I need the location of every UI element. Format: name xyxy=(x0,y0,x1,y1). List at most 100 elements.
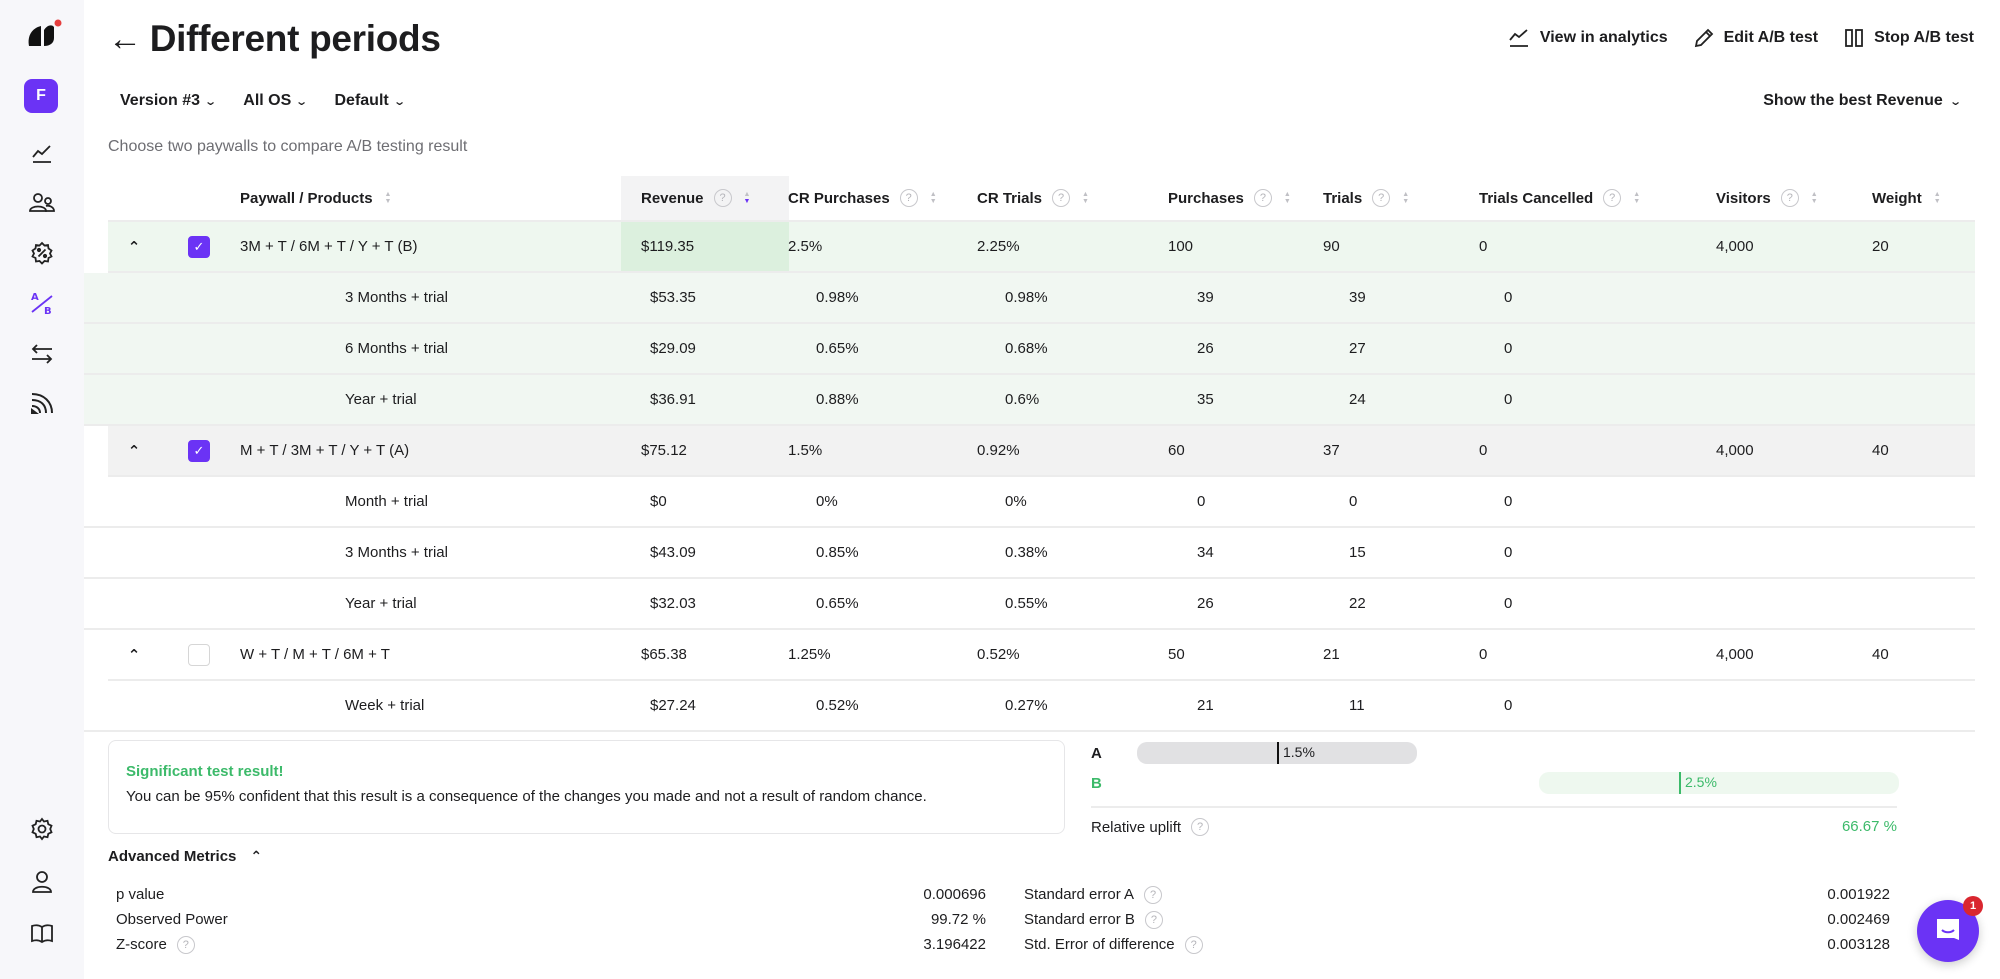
edit-ab-test-button[interactable]: Edit A/B test xyxy=(1694,28,1818,48)
cr-trials-cell: 0.68% xyxy=(1005,340,1048,357)
collapse-chevron-icon[interactable]: ⌃ xyxy=(124,222,144,271)
cr-purchases-cell: 0.98% xyxy=(816,289,859,306)
metric-row: Std. Error of difference? 0.003128 xyxy=(1024,932,1890,957)
version-dropdown[interactable]: Version #3 ⌄ xyxy=(120,92,217,110)
workspace-avatar[interactable]: F xyxy=(24,79,58,113)
metric-label: Std. Error of difference xyxy=(1024,936,1175,953)
cr-purchases-cell: 0% xyxy=(816,493,838,510)
sort-icon[interactable]: ▲ ▼ xyxy=(1402,191,1409,205)
help-icon[interactable]: ? xyxy=(713,189,732,207)
sort-icon[interactable]: ▲ ▼ xyxy=(1633,191,1640,205)
column-header-revenue[interactable]: Revenue? ▲ ▼ xyxy=(621,176,789,220)
help-icon[interactable]: ? xyxy=(1603,189,1622,207)
advanced-metrics-toggle[interactable]: Advanced Metrics ⌃ xyxy=(108,848,262,865)
sidebar-item-promotions[interactable] xyxy=(22,233,62,273)
product-row: 6 Months + trial $29.09 0.65% 0.68% 26 27 0 xyxy=(84,324,1975,375)
help-icon[interactable]: ? xyxy=(1191,818,1210,836)
sort-icon[interactable]: ▲ ▼ xyxy=(1082,191,1089,205)
trials-cell: 39 xyxy=(1349,289,1366,306)
sort-icon[interactable]: ▲ ▼ xyxy=(1284,191,1291,205)
revenue-cell: $65.38 xyxy=(641,646,687,663)
discount-badge-icon xyxy=(31,241,53,265)
paywall-checkbox[interactable] xyxy=(188,643,210,666)
help-icon[interactable]: ? xyxy=(1253,189,1272,207)
sidebar-item-audience[interactable] xyxy=(22,183,62,223)
visitors-cell: 4,000 xyxy=(1716,238,1754,255)
column-header-purchases[interactable]: Purchases? ▲ ▼ xyxy=(1168,176,1291,220)
help-icon[interactable]: ? xyxy=(1144,910,1163,929)
sidebar-item-analytics[interactable] xyxy=(22,134,62,174)
cr-purchases-cell: 0.88% xyxy=(816,391,859,408)
trials-cancelled-cell: 0 xyxy=(1479,442,1488,459)
purchases-cell: 26 xyxy=(1197,595,1214,612)
column-header-trials-cancelled[interactable]: Trials Cancelled? ▲ ▼ xyxy=(1479,176,1640,220)
paywall-name: 3M + T / 6M + T / Y + T (B) xyxy=(240,238,418,255)
significance-text: You can be 95% confident that this resul… xyxy=(126,788,927,805)
product-name: Week + trial xyxy=(345,697,425,714)
help-icon[interactable]: ? xyxy=(176,935,195,954)
line-chart-icon xyxy=(32,145,51,163)
pause-icon xyxy=(1845,29,1864,47)
sort-icon[interactable]: ▲ ▼ xyxy=(744,191,751,205)
help-icon[interactable]: ? xyxy=(1144,885,1163,904)
product-row: 3 Months + trial $53.35 0.98% 0.98% 39 39 0 xyxy=(84,273,1975,324)
cr-trials-cell: 0.6% xyxy=(1005,391,1040,408)
os-dropdown[interactable]: All OS ⌄ xyxy=(243,92,308,110)
cr-purchases-cell: 0.52% xyxy=(816,697,859,714)
column-header-cr-purchases[interactable]: CR Purchases? ▲ ▼ xyxy=(788,176,937,220)
sidebar-item-events[interactable] xyxy=(22,383,62,423)
paywall-row[interactable]: ⌃ W + T / M + T / 6M + T $65.38 1.25% 0.52%… xyxy=(108,630,1975,681)
sidebar-item-profile[interactable] xyxy=(22,862,62,902)
revenue-cell: $29.09 xyxy=(650,340,696,357)
help-icon[interactable]: ? xyxy=(1780,189,1799,207)
paywall-checkbox[interactable]: ✓ xyxy=(188,439,210,462)
metric-label: p value xyxy=(116,886,165,903)
column-header-trials[interactable]: Trials? ▲ ▼ xyxy=(1323,176,1409,220)
variant-b-value: 2.5% xyxy=(1685,774,1717,790)
revenue-cell: $0 xyxy=(650,493,667,510)
metric-value: 0.003128 xyxy=(1827,936,1890,953)
chat-widget-button[interactable]: 1 xyxy=(1917,896,1983,962)
stop-ab-test-button[interactable]: Stop A/B test xyxy=(1844,28,1974,48)
help-icon[interactable]: ? xyxy=(1372,189,1391,207)
line-chart-icon xyxy=(1509,29,1528,47)
show-best-metric-dropdown[interactable]: Show the best Revenue ⌄ xyxy=(1763,92,1962,110)
product-row: Week + trial $27.24 0.52% 0.27% 21 11 0 xyxy=(84,681,1975,732)
paywall-checkbox[interactable]: ✓ xyxy=(188,235,210,258)
column-header-cr-trials[interactable]: CR Trials? ▲ ▼ xyxy=(977,176,1089,220)
column-header-weight[interactable]: Weight ▲ ▼ xyxy=(1872,176,1941,220)
product-row: 3 Months + trial $43.09 0.85% 0.38% 34 15 0 xyxy=(84,528,1975,579)
help-icon[interactable]: ? xyxy=(899,189,918,207)
collapse-chevron-icon[interactable]: ⌃ xyxy=(124,426,144,475)
product-name: Year + trial xyxy=(345,391,417,408)
metric-label: Observed Power xyxy=(116,911,228,928)
column-header-paywall[interactable]: Paywall / Products ▲ ▼ xyxy=(240,176,391,220)
sidebar-item-ab-tests[interactable]: AB xyxy=(22,283,62,323)
column-header-visitors[interactable]: Visitors? ▲ ▼ xyxy=(1716,176,1818,220)
app-logo[interactable] xyxy=(24,18,64,58)
sort-icon[interactable]: ▲ ▼ xyxy=(1934,191,1941,205)
paywall-row[interactable]: ⌃ ✓ M + T / 3M + T / Y + T (A) $75.12 1.5%… xyxy=(108,426,1975,477)
sort-icon[interactable]: ▲ ▼ xyxy=(930,191,937,205)
back-arrow-icon[interactable]: ← xyxy=(108,20,142,59)
sort-icon[interactable]: ▲ ▼ xyxy=(1811,191,1818,205)
sidebar-item-integrations[interactable] xyxy=(22,334,62,374)
chevron-down-icon: ⌄ xyxy=(392,95,406,108)
placement-dropdown[interactable]: Default ⌄ xyxy=(335,92,406,110)
sidebar-item-settings[interactable] xyxy=(22,809,62,849)
paywall-row[interactable]: ⌃ ✓ 3M + T / 6M + T / Y + T (B) $119.35 2.… xyxy=(108,222,1975,273)
metric-row: Observed Power 99.72 % xyxy=(116,907,986,932)
view-in-analytics-button[interactable]: View in analytics xyxy=(1508,28,1668,48)
help-icon[interactable]: ? xyxy=(1184,935,1203,954)
visitors-cell: 4,000 xyxy=(1716,442,1754,459)
advanced-metrics-left: p value 0.000696 Observed Power 99.72 % … xyxy=(116,882,986,957)
metric-value: 3.196422 xyxy=(923,936,986,953)
table-header: Paywall / Products ▲ ▼ Revenue? ▲ ▼ CR Purch… xyxy=(108,176,1975,222)
sidebar-item-docs[interactable] xyxy=(22,913,62,953)
sort-icon[interactable]: ▲ ▼ xyxy=(385,191,392,205)
visitors-cell: 4,000 xyxy=(1716,646,1754,663)
collapse-chevron-icon[interactable]: ⌃ xyxy=(124,630,144,679)
page-title: ← Different periods xyxy=(108,18,441,60)
help-icon[interactable]: ? xyxy=(1052,189,1071,207)
product-row: Year + trial $32.03 0.65% 0.55% 26 22 0 xyxy=(84,579,1975,630)
